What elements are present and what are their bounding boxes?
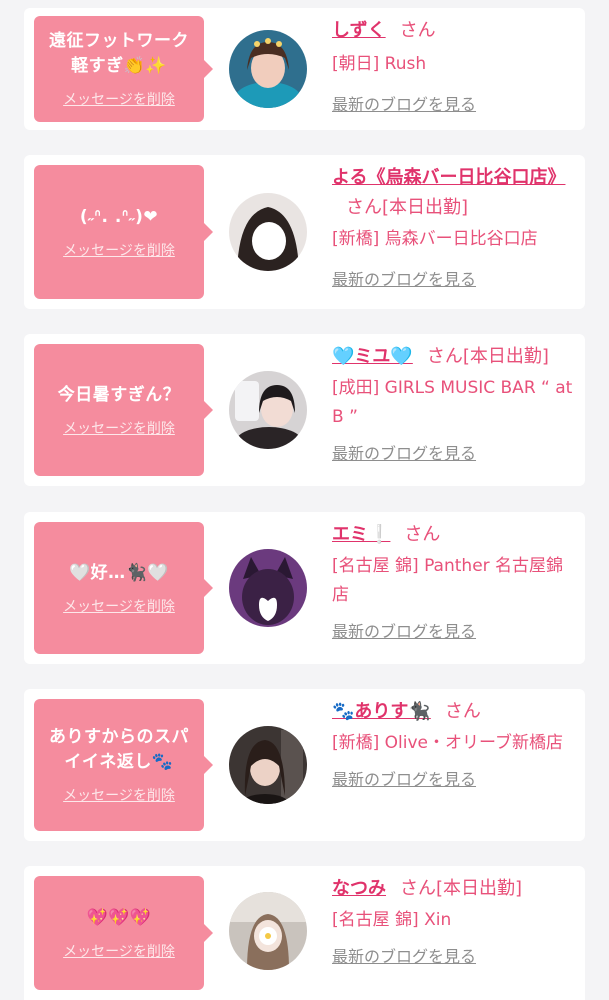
honorific-label: さん <box>400 878 436 899</box>
delete-message-link[interactable]: メッセージを削除 <box>63 785 175 805</box>
cast-name-link[interactable]: しずく <box>332 20 386 41</box>
avatar[interactable] <box>229 549 307 627</box>
shop-label: [新橋] Olive・オリーブ新橋店 <box>332 733 563 753</box>
delete-message-link[interactable]: メッセージを削除 <box>63 89 175 109</box>
honorific-label: さん <box>346 197 382 218</box>
message-text: ありすからのスパ イイネ返し🐾 <box>49 727 189 772</box>
shop-label: [朝日] Rush <box>332 54 427 74</box>
status-tag: [本日出勤] <box>382 197 469 218</box>
blog-link[interactable]: 最新のブログを見る <box>332 266 476 290</box>
status-tag: [本日出勤] <box>462 346 549 367</box>
message-bubble: 今日暑すぎん？ メッセージを削除 <box>34 344 213 476</box>
message-text: 🤍好…🐈‍⬛🤍 <box>68 562 169 583</box>
delete-message-link[interactable]: メッセージを削除 <box>63 941 175 961</box>
blog-link[interactable]: 最新のブログを見る <box>332 618 476 642</box>
cast-info: しずく さん [朝日] Rush 最新のブログを見る <box>332 16 580 115</box>
avatar[interactable] <box>229 726 307 804</box>
blog-link[interactable]: 最新のブログを見る <box>332 766 476 790</box>
message-text: 💖💖💖 <box>86 907 152 928</box>
delete-message-link[interactable]: メッセージを削除 <box>63 596 175 616</box>
blog-link[interactable]: 最新のブログを見る <box>332 943 476 967</box>
avatar[interactable] <box>229 30 307 108</box>
shop-label: [名古屋 錦] Panther 名古屋錦店 <box>332 556 564 605</box>
avatar[interactable] <box>229 371 307 449</box>
message-bubble: ありすからのスパ イイネ返し🐾 メッセージを削除 <box>34 699 213 831</box>
cast-info: 🐾ありす🐈‍⬛ さん [新橋] Olive・オリーブ新橋店 最新のブログを見る <box>332 697 580 790</box>
shop-label: [新橋] 烏森バー日比谷口店 <box>332 229 538 249</box>
message-card: (˶ᐢ. .ᐢ˶)❤ メッセージを削除 よる《烏森バー日比谷口店》さん[本日出勤… <box>24 155 585 309</box>
blog-link[interactable]: 最新のブログを見る <box>332 440 476 464</box>
message-card: 今日暑すぎん？ メッセージを削除 🩵ミユ🩵 さん[本日出勤] [成田] GIRLS… <box>24 334 585 486</box>
cast-info: 🩵ミユ🩵 さん[本日出勤] [成田] GIRLS MUSIC BAR “ at B… <box>332 342 580 464</box>
message-card: 🤍好…🐈‍⬛🤍 メッセージを削除 エミ❕ さん [名古屋 錦] Panther 名… <box>24 512 585 664</box>
message-card: 遠征フットワーク 軽すぎ👏✨ メッセージを削除 しずく さん [朝日] Rush … <box>24 8 585 130</box>
honorific-label: さん <box>399 20 436 41</box>
delete-message-link[interactable]: メッセージを削除 <box>63 240 175 260</box>
message-text: 遠征フットワーク 軽すぎ👏✨ <box>49 31 189 76</box>
cast-info: なつみ さん[本日出勤] [名古屋 錦] Xin 最新のブログを見る <box>332 874 580 967</box>
shop-label: [成田] GIRLS MUSIC BAR “ at B ” <box>332 378 573 427</box>
message-card: 💖💖💖 メッセージを削除 なつみ さん[本日出勤] [名古屋 錦] Xin 最新の… <box>24 866 585 1000</box>
message-card: ありすからのスパ イイネ返し🐾 メッセージを削除 🐾ありす🐈‍⬛ さん [新橋] … <box>24 689 585 841</box>
honorific-label: さん <box>404 524 441 545</box>
honorific-label: さん <box>426 346 463 367</box>
cast-name-link[interactable]: なつみ <box>332 878 386 899</box>
message-bubble: 💖💖💖 メッセージを削除 <box>34 876 213 990</box>
honorific-label: さん <box>444 701 481 722</box>
message-list: 遠征フットワーク 軽すぎ👏✨ メッセージを削除 しずく さん [朝日] Rush … <box>0 0 609 1000</box>
cast-info: よる《烏森バー日比谷口店》さん[本日出勤] [新橋] 烏森バー日比谷口店 最新の… <box>332 163 580 290</box>
blog-link[interactable]: 最新のブログを見る <box>332 91 476 115</box>
delete-message-link[interactable]: メッセージを削除 <box>63 418 175 438</box>
message-text: (˶ᐢ. .ᐢ˶)❤ <box>79 206 159 227</box>
message-bubble: 遠征フットワーク 軽すぎ👏✨ メッセージを削除 <box>34 16 213 122</box>
status-tag: [本日出勤] <box>436 878 523 899</box>
avatar[interactable] <box>229 193 307 271</box>
cast-name-link[interactable]: 🩵ミユ🩵 <box>332 346 413 367</box>
message-bubble: 🤍好…🐈‍⬛🤍 メッセージを削除 <box>34 522 213 654</box>
cast-info: エミ❕ さん [名古屋 錦] Panther 名古屋錦店 最新のブログを見る <box>332 520 580 642</box>
shop-label: [名古屋 錦] Xin <box>332 910 452 930</box>
avatar[interactable] <box>229 892 307 970</box>
cast-name-link[interactable]: 🐾ありす🐈‍⬛ <box>332 701 431 722</box>
cast-name-link[interactable]: よる《烏森バー日比谷口店》 <box>332 167 565 188</box>
message-text: 今日暑すぎん？ <box>57 384 181 405</box>
cast-name-link[interactable]: エミ❕ <box>332 524 390 545</box>
message-bubble: (˶ᐢ. .ᐢ˶)❤ メッセージを削除 <box>34 165 213 299</box>
